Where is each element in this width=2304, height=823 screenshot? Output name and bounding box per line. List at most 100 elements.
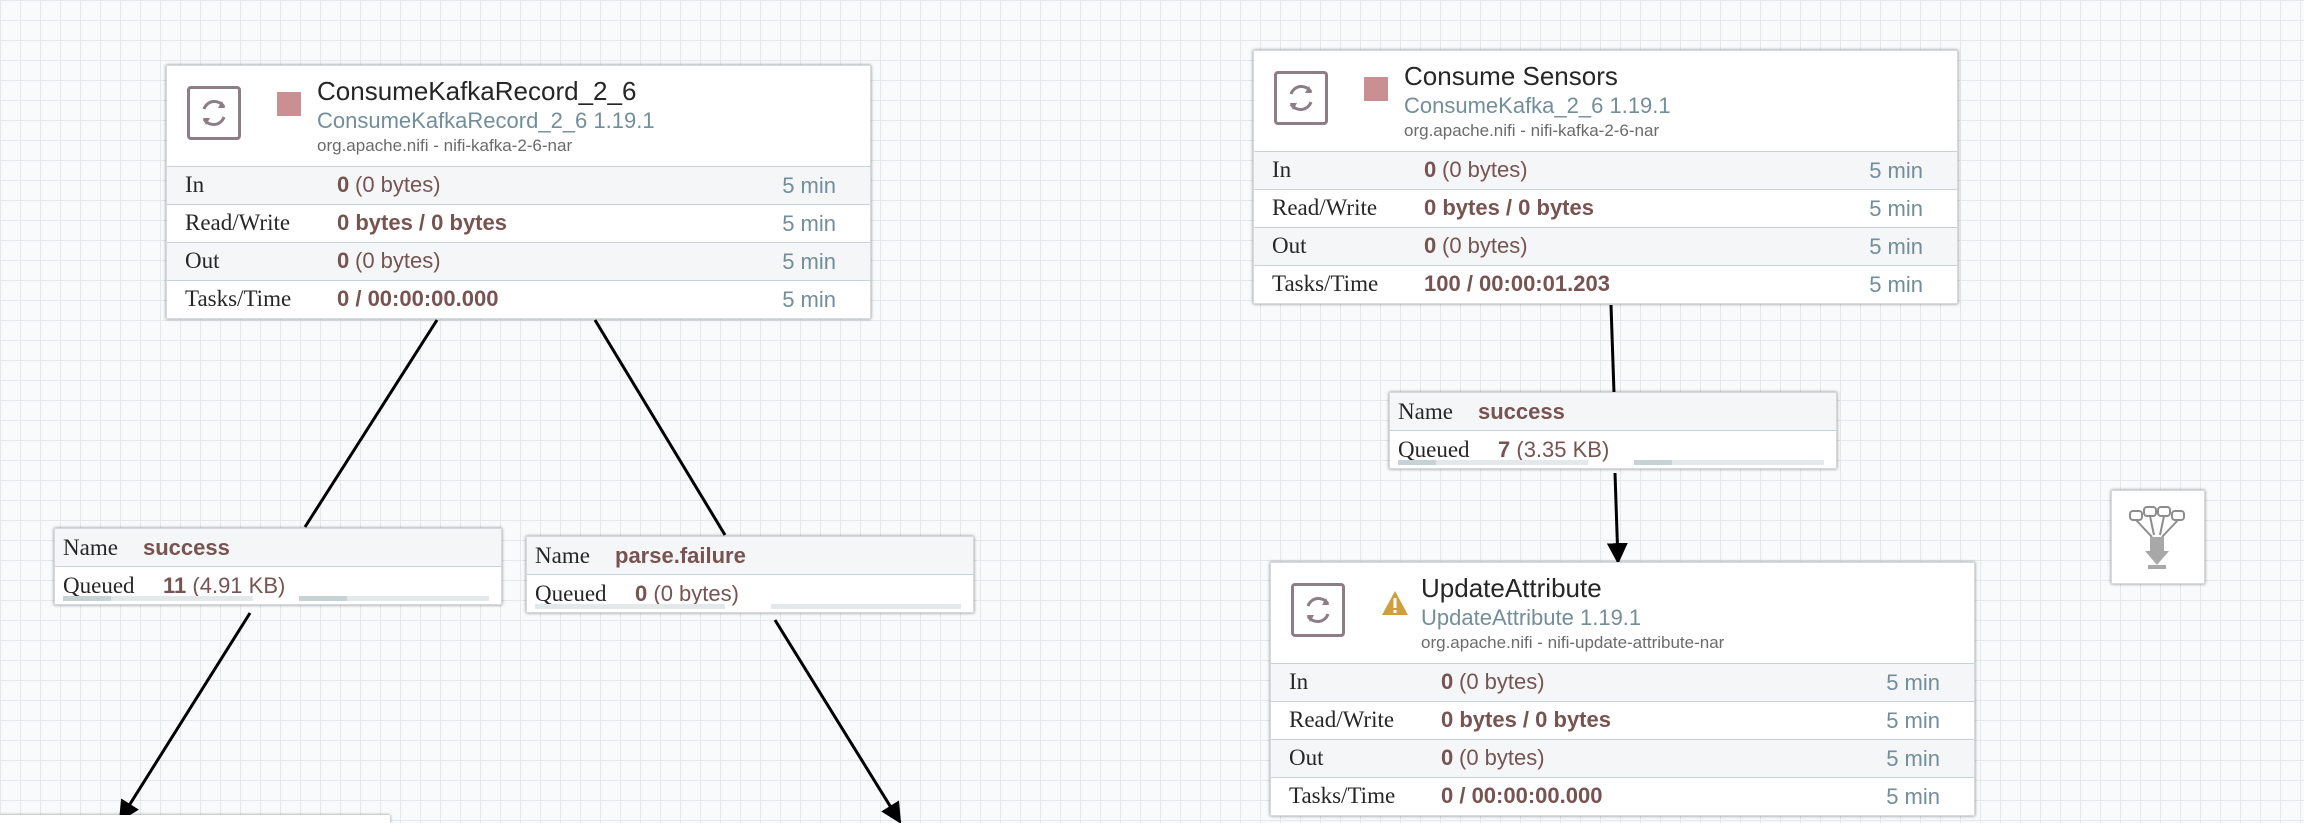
stat-label: In	[1272, 157, 1292, 182]
stopped-icon	[277, 92, 301, 116]
connection-queued-row: Queued 11 (4.91 KB)	[55, 567, 501, 604]
stat-time: 5 min	[1869, 196, 1923, 221]
processor-partial[interactable]	[0, 815, 390, 823]
queue-size-bar	[1634, 460, 1824, 465]
connection-queued-row: Queued 7 (3.35 KB)	[1390, 431, 1836, 468]
stat-label: In	[1289, 669, 1309, 694]
stat-value: 100 / 00:00:01.203	[1424, 271, 1610, 296]
connection-line-success-1-out[interactable]	[118, 612, 252, 822]
stat-time: 5 min	[782, 287, 836, 312]
stat-value: 0 / 00:00:00.000	[337, 286, 499, 311]
stat-value: 0 bytes / 0 bytes	[1424, 195, 1594, 220]
processor-header: ConsumeKafkaRecord_2_6 ConsumeKafkaRecor…	[167, 66, 870, 166]
stat-row-out: Out 0 (0 bytes) 5 min	[1254, 227, 1957, 265]
processor-icon	[1274, 71, 1328, 125]
processor-type: ConsumeKafkaRecord_2_6 1.19.1	[317, 108, 655, 133]
name-label: Name	[535, 543, 590, 568]
connection-line-parse-failure-out[interactable]	[773, 619, 902, 823]
stat-time: 5 min	[1886, 746, 1940, 771]
stat-label: Tasks/Time	[185, 286, 292, 311]
processor-icon	[1291, 583, 1345, 637]
queue-size-bar	[299, 596, 489, 601]
connection-name-row: Name success	[55, 529, 501, 567]
funnel-icon	[2129, 506, 2185, 569]
queue-count-bar	[535, 604, 725, 609]
stat-label: Out	[1272, 233, 1307, 258]
processor-name: UpdateAttribute	[1421, 573, 1602, 603]
connection-name: parse.failure	[615, 543, 746, 568]
stat-row-tasks-time: Tasks/Time 100 / 00:00:01.203 5 min	[1254, 265, 1957, 303]
processor-name: Consume Sensors	[1404, 61, 1618, 91]
stat-time: 5 min	[1869, 234, 1923, 259]
processor-bundle: org.apache.nifi - nifi-kafka-2-6-nar	[317, 136, 573, 155]
stat-row-in: In 0 (0 bytes) 5 min	[167, 166, 870, 204]
flow-canvas[interactable]: ConsumeKafkaRecord_2_6 ConsumeKafkaRecor…	[0, 0, 2304, 823]
stat-row-in: In 0 (0 bytes) 5 min	[1254, 151, 1957, 189]
queue-count-bar	[1398, 460, 1588, 465]
stat-value: 0 bytes / 0 bytes	[337, 210, 507, 235]
stat-value: 0 (0 bytes)	[337, 248, 441, 273]
stat-time: 5 min	[1869, 272, 1923, 297]
processor-header: UpdateAttribute UpdateAttribute 1.19.1 o…	[1271, 563, 1974, 663]
stat-row-read-write: Read/Write 0 bytes / 0 bytes 5 min	[1271, 701, 1974, 739]
name-label: Name	[1398, 399, 1453, 424]
processor-header: Consume Sensors ConsumeKafka_2_6 1.19.1 …	[1254, 51, 1957, 151]
processor-bundle: org.apache.nifi - nifi-update-attribute-…	[1421, 633, 1725, 652]
stat-value: 0 / 00:00:00.000	[1441, 783, 1603, 808]
name-label: Name	[63, 535, 118, 560]
stat-value: 0 (0 bytes)	[1441, 745, 1545, 770]
processor-bundle: org.apache.nifi - nifi-kafka-2-6-nar	[1404, 121, 1660, 140]
stat-label: Out	[1289, 745, 1324, 770]
connection-line-success-2-out[interactable]	[1606, 472, 1628, 565]
connection-queued-row: Queued 0 (0 bytes)	[527, 575, 973, 612]
stat-row-tasks-time: Tasks/Time 0 / 00:00:00.000 5 min	[1271, 777, 1974, 815]
processor-type: ConsumeKafka_2_6 1.19.1	[1404, 93, 1671, 118]
stat-row-out: Out 0 (0 bytes) 5 min	[167, 242, 870, 280]
stat-row-read-write: Read/Write 0 bytes / 0 bytes 5 min	[167, 204, 870, 242]
connection-line-success-2[interactable]	[1609, 304, 1616, 394]
stat-row-tasks-time: Tasks/Time 0 / 00:00:00.000 5 min	[167, 280, 870, 318]
stat-time: 5 min	[782, 211, 836, 236]
stat-label: Read/Write	[1289, 707, 1395, 732]
stat-row-out: Out 0 (0 bytes) 5 min	[1271, 739, 1974, 777]
stat-row-read-write: Read/Write 0 bytes / 0 bytes 5 min	[1254, 189, 1957, 227]
queue-size-bar	[771, 604, 961, 609]
warning-icon[interactable]	[1381, 589, 1409, 617]
stat-value: 0 bytes / 0 bytes	[1441, 707, 1611, 732]
stat-label: Tasks/Time	[1272, 271, 1379, 296]
processor-update-attribute[interactable]: UpdateAttribute UpdateAttribute 1.19.1 o…	[1270, 562, 1975, 816]
stat-value: 0 (0 bytes)	[337, 172, 441, 197]
connection-label-success-sensors[interactable]: Name success Queued 7 (3.35 KB)	[1389, 392, 1837, 469]
stat-label: Read/Write	[1272, 195, 1378, 220]
stat-time: 5 min	[1886, 784, 1940, 809]
stat-label: Out	[185, 248, 220, 273]
stat-value: 0 (0 bytes)	[1424, 233, 1528, 258]
connection-line-success-1[interactable]	[303, 319, 439, 528]
stat-time: 5 min	[1886, 708, 1940, 733]
processor-consume-sensors[interactable]: Consume Sensors ConsumeKafka_2_6 1.19.1 …	[1253, 50, 1958, 304]
connection-name-row: Name parse.failure	[527, 537, 973, 575]
funnel[interactable]	[2111, 490, 2205, 584]
stat-label: In	[185, 172, 205, 197]
stat-row-in: In 0 (0 bytes) 5 min	[1271, 663, 1974, 701]
connection-name: success	[143, 535, 230, 560]
stat-value: 0 (0 bytes)	[1424, 157, 1528, 182]
connection-name-row: Name success	[1390, 393, 1836, 431]
queue-count-bar	[63, 596, 253, 601]
connection-line-parse-failure[interactable]	[593, 319, 727, 536]
stat-time: 5 min	[782, 249, 836, 274]
processor-type: UpdateAttribute 1.19.1	[1421, 605, 1642, 630]
processor-name: ConsumeKafkaRecord_2_6	[317, 76, 637, 106]
stat-time: 5 min	[1869, 158, 1923, 183]
stat-time: 5 min	[1886, 670, 1940, 695]
connection-label-success[interactable]: Name success Queued 11 (4.91 KB)	[54, 528, 502, 605]
stat-time: 5 min	[782, 173, 836, 198]
stat-label: Read/Write	[185, 210, 291, 235]
stat-label: Tasks/Time	[1289, 783, 1396, 808]
processor-consume-kafka-record[interactable]: ConsumeKafkaRecord_2_6 ConsumeKafkaRecor…	[166, 65, 871, 319]
stopped-icon	[1364, 77, 1388, 101]
connection-label-parse-failure[interactable]: Name parse.failure Queued 0 (0 bytes)	[526, 536, 974, 613]
processor-icon	[187, 86, 241, 140]
connection-name: success	[1478, 399, 1565, 424]
stat-value: 0 (0 bytes)	[1441, 669, 1545, 694]
